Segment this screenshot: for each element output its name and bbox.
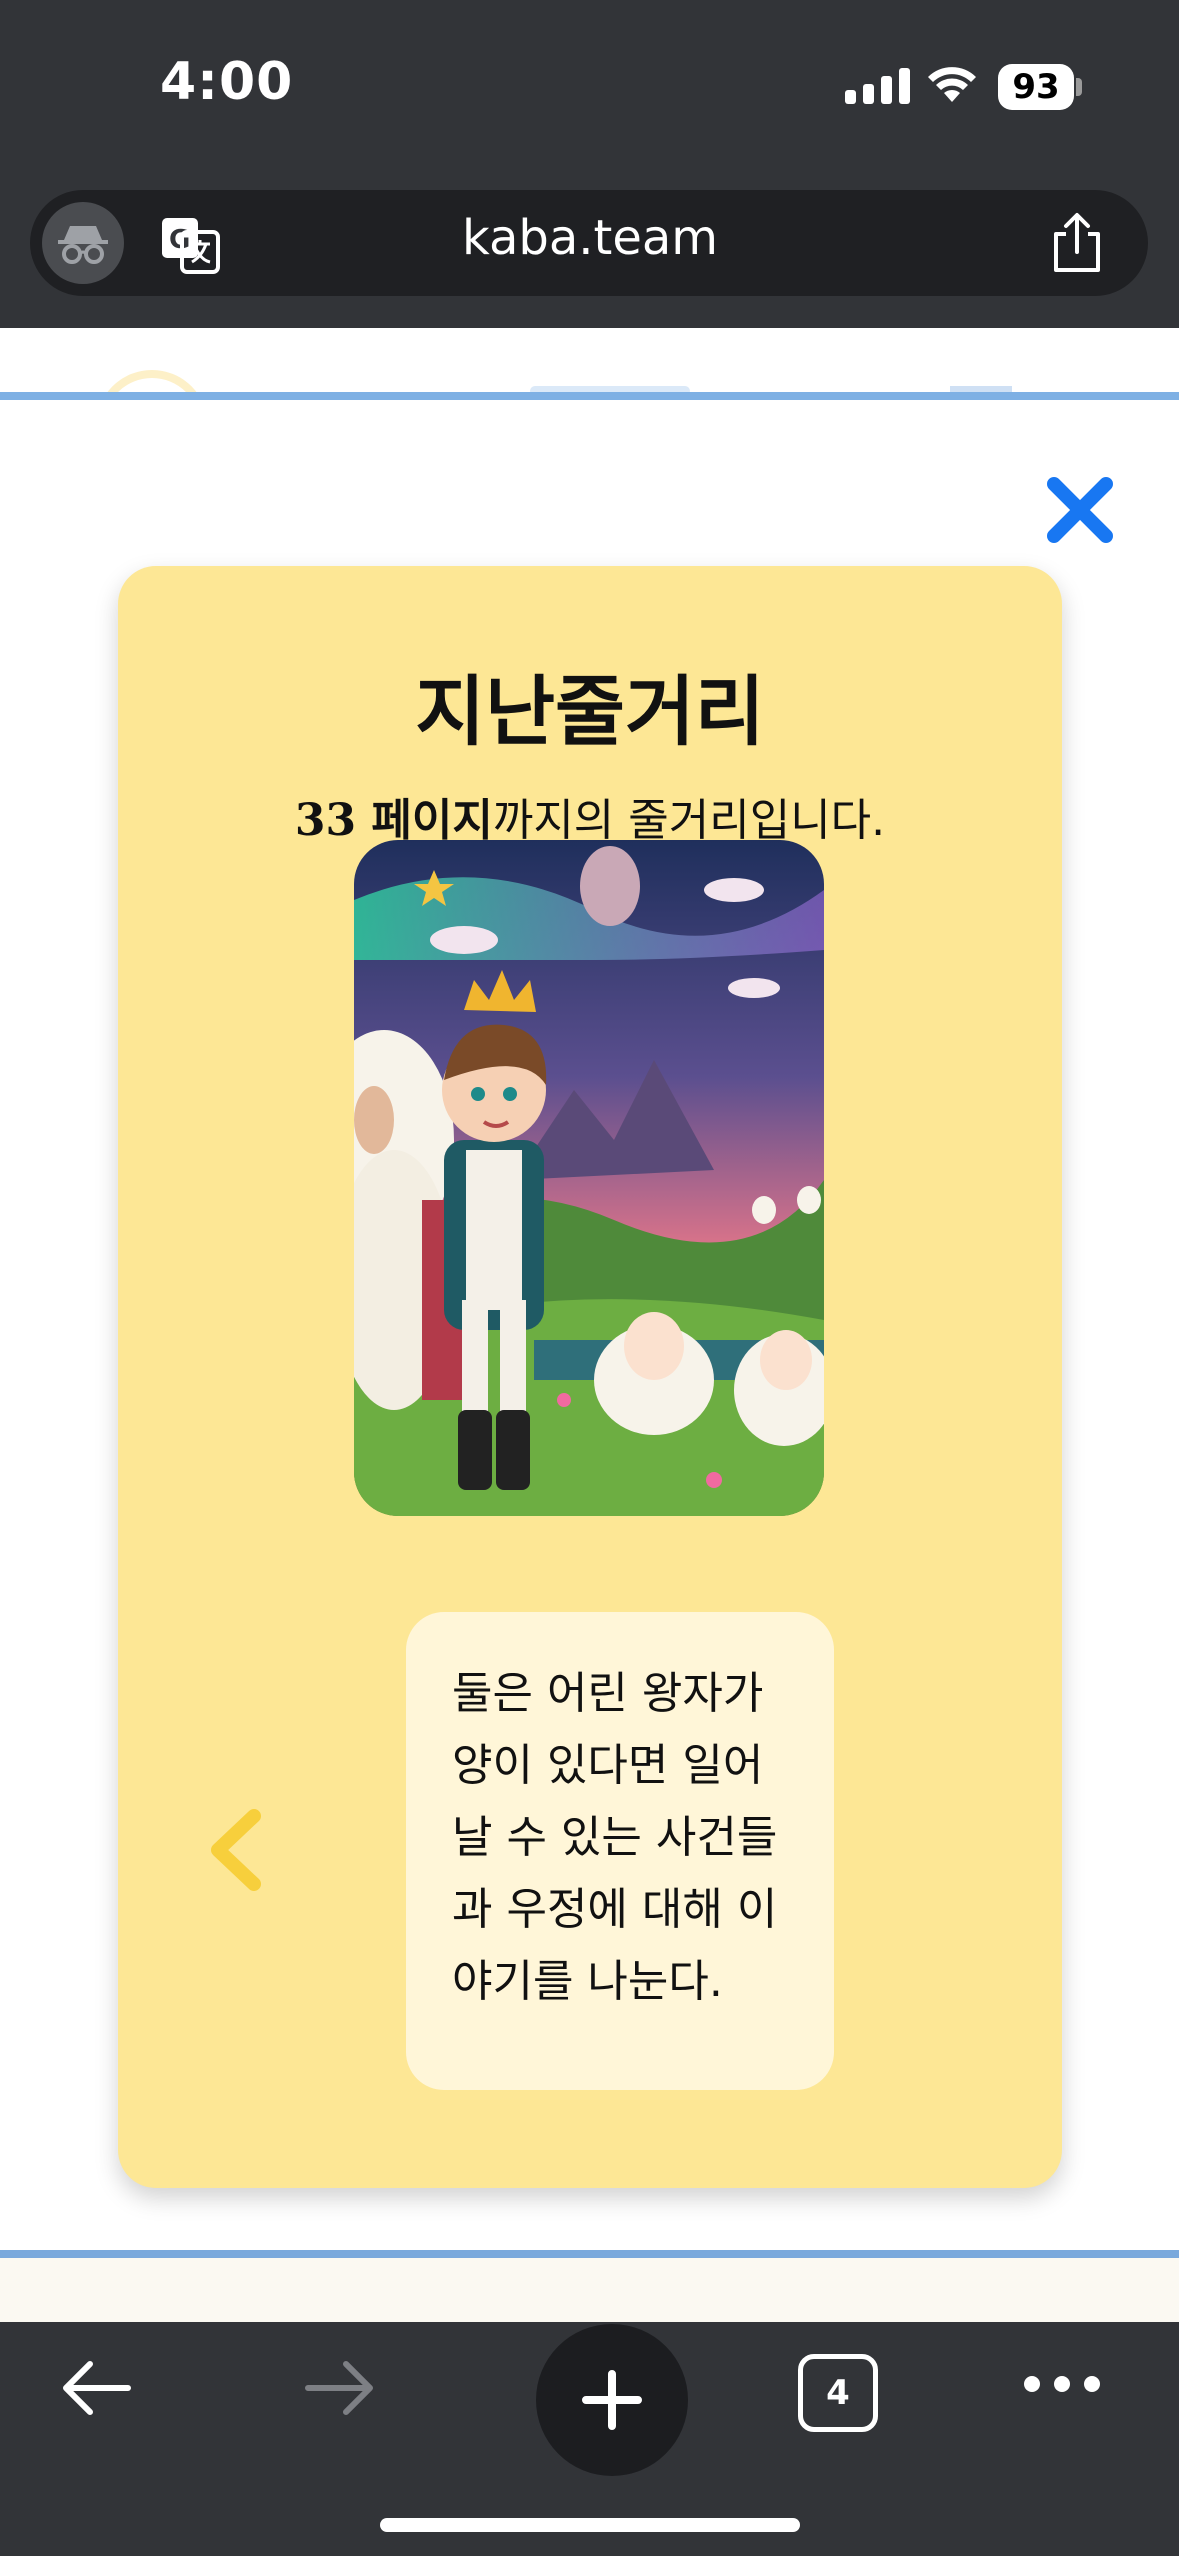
cellular-signal-icon: [845, 68, 910, 104]
battery-tip: [1076, 78, 1082, 96]
wifi-icon: [928, 67, 976, 102]
card-title: 지난줄거리: [415, 667, 765, 756]
more-dots-icon[interactable]: [1024, 2376, 1100, 2392]
incognito-icon[interactable]: [42, 202, 124, 284]
close-icon[interactable]: [1040, 470, 1120, 550]
plus-icon: [582, 2370, 642, 2430]
tab-switcher-button[interactable]: 4: [798, 2354, 878, 2432]
back-arrow-icon[interactable]: [58, 2356, 134, 2420]
modal-top-border: [0, 392, 1179, 400]
translate-icon[interactable]: G: [160, 216, 220, 274]
card-subtitle: 33 페이지까지의 줄거리입니다.: [118, 784, 1062, 848]
page-count: 33 페이지: [294, 795, 493, 846]
forward-arrow-icon[interactable]: [302, 2356, 378, 2420]
summary-text: 둘은 어린 왕자가 양이 있다면 일어날 수 있는 사건들과 우정에 대해 이야…: [452, 1668, 778, 2007]
url-text[interactable]: kaba.team: [300, 210, 880, 266]
chevron-left-icon[interactable]: [204, 1808, 266, 1892]
share-icon[interactable]: [1048, 212, 1106, 274]
page-footer-strip: [0, 2258, 1179, 2322]
status-time: 4:00: [160, 52, 294, 112]
prince-with-sheep-illustration: [354, 840, 824, 1516]
svg-text:G: G: [169, 225, 190, 255]
new-tab-button[interactable]: [536, 2324, 688, 2476]
home-indicator: [380, 2518, 800, 2532]
modal-bottom-border: [0, 2250, 1179, 2258]
battery-indicator: 93: [998, 64, 1074, 110]
subtitle-text: 까지의 줄거리입니다.: [492, 795, 886, 846]
